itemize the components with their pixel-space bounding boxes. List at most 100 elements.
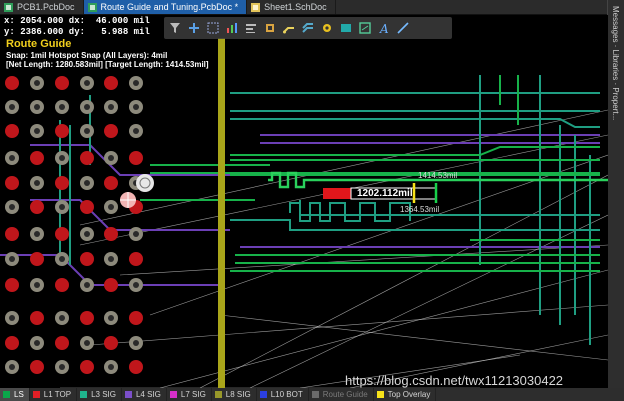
route-guide-title: Route Guide bbox=[6, 38, 72, 50]
tuning-max-length: 1414.53mil bbox=[418, 171, 458, 180]
side-panel-strip[interactable]: Messages · Libraries · Propert... bbox=[607, 0, 624, 388]
chart-icon[interactable] bbox=[224, 20, 240, 36]
tab-label: Sheet1.SchDoc bbox=[264, 2, 327, 12]
smd-pad bbox=[104, 278, 118, 292]
teal-meander-track bbox=[289, 202, 411, 222]
sch-doc-icon bbox=[251, 2, 261, 12]
layer-label: L1 TOP bbox=[43, 390, 72, 399]
tuning-gauge-bar bbox=[323, 188, 351, 199]
via-hole bbox=[59, 364, 65, 370]
smd-pad bbox=[129, 151, 143, 165]
layer-tab-l4-sig[interactable]: L4 SIG bbox=[122, 388, 167, 401]
via-hole bbox=[108, 364, 114, 370]
smd-pad bbox=[55, 227, 69, 241]
via-icon[interactable] bbox=[319, 20, 335, 36]
via-hole bbox=[133, 104, 139, 110]
smd-pad bbox=[30, 151, 44, 165]
select-rect-icon[interactable] bbox=[205, 20, 221, 36]
smd-pad bbox=[5, 336, 19, 350]
via-hole bbox=[34, 128, 40, 134]
via-hole bbox=[34, 80, 40, 86]
smd-pad bbox=[5, 176, 19, 190]
smd-pad bbox=[129, 311, 143, 325]
text-icon[interactable]: A bbox=[376, 20, 392, 36]
layer-tab-l3-sig[interactable]: L3 SIG bbox=[77, 388, 122, 401]
document-tab-bar: PCB1.PcbDoc Route Guide and Tuning.PcbDo… bbox=[0, 0, 608, 15]
teal-track bbox=[230, 219, 600, 231]
via-hole bbox=[133, 340, 139, 346]
via-hole bbox=[34, 282, 40, 288]
route-cursor-ring bbox=[136, 174, 154, 192]
route-guide-line bbox=[89, 304, 608, 346]
drill-icon[interactable] bbox=[300, 20, 316, 36]
tab-sheet1[interactable]: Sheet1.SchDoc bbox=[247, 0, 336, 14]
smd-pad bbox=[129, 360, 143, 374]
tuning-current-length: 1202.112mil bbox=[357, 188, 413, 199]
teal-track bbox=[230, 118, 600, 128]
route-guide-line bbox=[219, 314, 608, 361]
layer-tab-l8-sig[interactable]: L8 SIG bbox=[212, 388, 257, 401]
smd-pad bbox=[55, 336, 69, 350]
via-hole bbox=[9, 315, 15, 321]
smd-pad bbox=[55, 176, 69, 190]
layer-tab-l10-bot[interactable]: L10 BOT bbox=[257, 388, 309, 401]
layer-tab-top-overlay[interactable]: Top Overlay bbox=[374, 388, 437, 401]
pcb-doc-icon bbox=[87, 2, 97, 12]
shape-icon[interactable] bbox=[338, 20, 354, 36]
via-hole bbox=[59, 256, 65, 262]
smd-pad bbox=[30, 360, 44, 374]
via-hole bbox=[59, 104, 65, 110]
smd-pad bbox=[30, 311, 44, 325]
layer-swatch bbox=[214, 391, 222, 398]
smd-pad bbox=[129, 252, 143, 266]
via-hole bbox=[84, 80, 90, 86]
tuning-min-length: 1364.53mil bbox=[400, 205, 440, 214]
layer-label: L8 SIG bbox=[225, 390, 251, 399]
smd-pad bbox=[80, 311, 94, 325]
via-hole bbox=[84, 282, 90, 288]
via-hole bbox=[59, 155, 65, 161]
filter-icon[interactable] bbox=[167, 20, 183, 36]
via-hole bbox=[84, 104, 90, 110]
route-icon[interactable] bbox=[281, 20, 297, 36]
smd-pad bbox=[30, 252, 44, 266]
via-hole bbox=[108, 315, 114, 321]
layer-tab-l7-sig[interactable]: L7 SIG bbox=[167, 388, 212, 401]
tab-label: Route Guide and Tuning.PcbDoc * bbox=[100, 2, 239, 12]
layer-tab-route-guide[interactable]: Route Guide bbox=[309, 388, 374, 401]
route-guide-lengths: [Net Length: 1280.583mil] [Target Length… bbox=[6, 60, 209, 69]
pcb-canvas[interactable] bbox=[0, 15, 608, 388]
smd-pad bbox=[30, 200, 44, 214]
side-panel-label: Messages · Libraries · Propert... bbox=[611, 6, 620, 121]
via-hole bbox=[108, 104, 114, 110]
layer-label: L3 SIG bbox=[91, 390, 116, 399]
layer-swatch bbox=[80, 391, 88, 398]
route-guide-snap: Snap: 1mil Hotspot Snap (All Layers): 4m… bbox=[6, 51, 168, 60]
pcb-board-drawing[interactable] bbox=[0, 15, 608, 388]
line-icon[interactable] bbox=[395, 20, 411, 36]
keepout-bar bbox=[218, 38, 225, 388]
tab-pcb1[interactable]: PCB1.PcbDoc bbox=[0, 0, 84, 14]
smd-pad bbox=[55, 124, 69, 138]
layer-tab-ls[interactable]: LS bbox=[0, 388, 30, 401]
layer-swatch bbox=[376, 391, 384, 398]
via-hole bbox=[59, 204, 65, 210]
smd-pad bbox=[55, 278, 69, 292]
smd-pad bbox=[104, 124, 118, 138]
via-hole bbox=[84, 340, 90, 346]
place-component-icon[interactable] bbox=[262, 20, 278, 36]
coordinate-readout: x: 2054.000 dx: 46.000 mil y: 2386.000 d… bbox=[4, 16, 150, 38]
layer-label: L10 BOT bbox=[270, 390, 303, 399]
layer-label: L7 SIG bbox=[180, 390, 206, 399]
via-hole bbox=[84, 231, 90, 237]
add-icon[interactable] bbox=[186, 20, 202, 36]
dimension-icon[interactable] bbox=[357, 20, 373, 36]
tab-route-guide[interactable]: Route Guide and Tuning.PcbDoc * bbox=[83, 0, 248, 14]
align-icon[interactable] bbox=[243, 20, 259, 36]
smd-pad bbox=[104, 176, 118, 190]
via-hole bbox=[108, 204, 114, 210]
smd-pad bbox=[5, 227, 19, 241]
layer-tab-l1-top[interactable]: L1 TOP bbox=[30, 388, 78, 401]
via-hole bbox=[133, 282, 139, 288]
smd-pad bbox=[80, 252, 94, 266]
